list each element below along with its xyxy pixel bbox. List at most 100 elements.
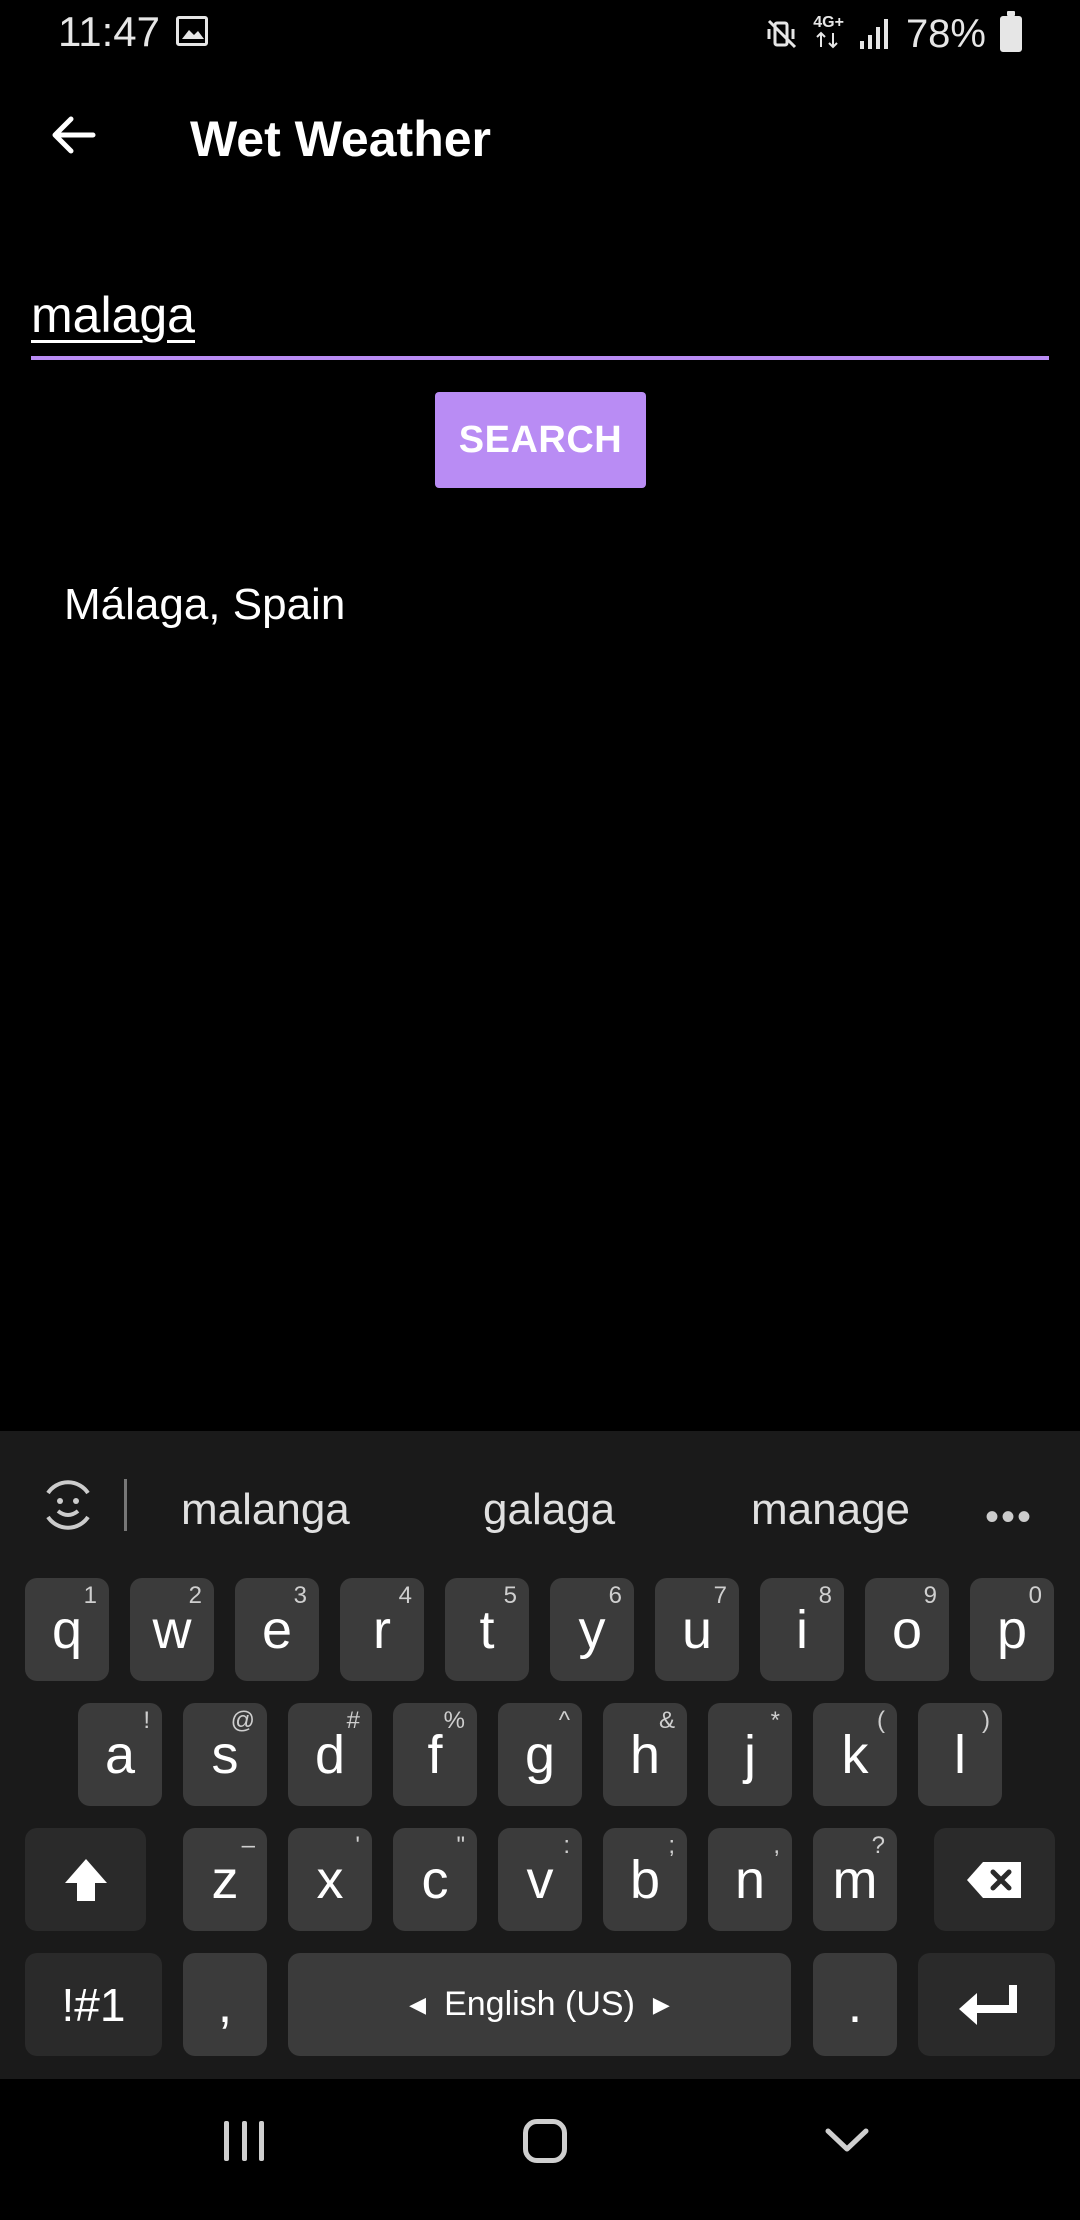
key-hint: 2: [188, 1582, 202, 1609]
key-hint: 6: [608, 1582, 622, 1609]
key-hint: *: [770, 1707, 780, 1734]
key-label: q: [51, 1599, 83, 1660]
key-q[interactable]: q1: [25, 1578, 109, 1681]
home-button[interactable]: [523, 2119, 567, 2163]
key-d[interactable]: d #: [288, 1703, 372, 1806]
status-time: 11:47: [58, 8, 160, 55]
key-hint: &: [658, 1707, 675, 1734]
key-label: z: [211, 1849, 239, 1910]
keyboard: malanga galaga manage ••• !#1 , ◀ Englis…: [0, 1431, 1080, 2079]
key-n[interactable]: n,: [708, 1828, 792, 1931]
hide-keyboard-button[interactable]: [822, 2115, 872, 2165]
key-y[interactable]: y6: [550, 1578, 634, 1681]
app-bar: Wet Weather: [0, 70, 1080, 206]
key-o[interactable]: o9: [865, 1578, 949, 1681]
comma-key[interactable]: ,: [183, 1953, 267, 2056]
key-label: v: [526, 1849, 554, 1910]
search-input-value: malaga: [31, 287, 195, 343]
key-l[interactable]: l): [918, 1703, 1002, 1806]
key-hint: –: [241, 1832, 255, 1859]
shift-arrow-icon: [64, 1858, 107, 1901]
key-label: w: [152, 1599, 192, 1660]
key-hint: @: [230, 1707, 255, 1734]
key-hint: 3: [293, 1582, 307, 1609]
recents-button[interactable]: [224, 2121, 264, 2161]
key-t[interactable]: t5: [445, 1578, 529, 1681]
key-f[interactable]: f%: [393, 1703, 477, 1806]
key-label: j: [744, 1724, 756, 1785]
key-hint: ': [355, 1832, 360, 1859]
suggestion-2[interactable]: galaga: [483, 1485, 615, 1535]
key-u[interactable]: u7: [655, 1578, 739, 1681]
key-s[interactable]: s @: [183, 1703, 267, 1806]
key-r[interactable]: r4: [340, 1578, 424, 1681]
key-label: x: [316, 1849, 344, 1910]
enter-key[interactable]: [918, 1953, 1055, 2056]
key-hint: 0: [1028, 1582, 1042, 1609]
key-label: y: [578, 1599, 606, 1660]
back-button[interactable]: [40, 102, 106, 168]
key-hint: :: [563, 1832, 570, 1859]
key-label: o: [891, 1599, 923, 1660]
key-hint: (: [877, 1707, 885, 1734]
key-label: l: [954, 1724, 966, 1785]
key-k[interactable]: k(: [813, 1703, 897, 1806]
suggestion-divider: [124, 1479, 127, 1531]
key-label: b: [629, 1849, 661, 1910]
suggestion-1[interactable]: malanga: [181, 1485, 350, 1535]
enter-icon: [958, 1984, 1017, 2025]
key-hint: #: [346, 1707, 360, 1734]
key-label: d: [314, 1724, 346, 1785]
space-key[interactable]: ◀ English (US) ▶: [288, 1953, 791, 2056]
key-j[interactable]: j *: [708, 1703, 792, 1806]
suggestion-3[interactable]: manage: [751, 1485, 910, 1535]
key-hint: ?: [871, 1832, 885, 1859]
backspace-key[interactable]: [934, 1828, 1055, 1931]
key-c[interactable]: c ": [393, 1828, 477, 1931]
key-h[interactable]: h &: [603, 1703, 687, 1806]
more-options-icon[interactable]: •••: [985, 1495, 1033, 1540]
key-hint: 9: [923, 1582, 937, 1609]
key-hint: ,: [773, 1832, 780, 1859]
key-label: u: [681, 1599, 713, 1660]
key-label: c: [421, 1849, 449, 1910]
status-bar: 11:47 4G+ 78%: [0, 0, 1080, 70]
key-e[interactable]: e3: [235, 1578, 319, 1681]
key-label: g: [524, 1724, 556, 1785]
period-key[interactable]: .: [813, 1953, 897, 2056]
image-notification-icon: [176, 16, 208, 46]
symbols-key[interactable]: !#1: [25, 1953, 162, 2056]
key-b[interactable]: b;: [603, 1828, 687, 1931]
key-v[interactable]: v:: [498, 1828, 582, 1931]
search-input[interactable]: malaga: [31, 278, 1049, 360]
space-label: English (US): [444, 1985, 635, 2023]
key-label: p: [996, 1599, 1028, 1660]
key-label: i: [796, 1599, 808, 1660]
navigation-bar: [0, 2079, 1080, 2220]
key-m[interactable]: m?: [813, 1828, 897, 1931]
network-type-icon: 4G+: [813, 14, 844, 54]
key-p[interactable]: p0: [970, 1578, 1054, 1681]
search-button[interactable]: SEARCH: [435, 392, 646, 488]
emoji-icon[interactable]: [38, 1475, 98, 1535]
key-hint: 7: [713, 1582, 727, 1609]
key-hint: ;: [668, 1832, 675, 1859]
key-hint: !: [143, 1707, 150, 1734]
result-item[interactable]: Málaga, Spain: [64, 580, 345, 630]
suggestion-bar: malanga galaga manage •••: [0, 1431, 1080, 1581]
key-x[interactable]: x ': [288, 1828, 372, 1931]
key-w[interactable]: w2: [130, 1578, 214, 1681]
key-label: n: [734, 1849, 766, 1910]
key-g[interactable]: g ^: [498, 1703, 582, 1806]
language-right-icon: ▶: [652, 1991, 670, 2017]
key-label: r: [373, 1599, 391, 1660]
shift-key[interactable]: [25, 1828, 146, 1931]
key-label: f: [427, 1724, 443, 1785]
key-hint: ): [982, 1707, 990, 1734]
status-icons: 4G+ 78%: [765, 8, 1022, 60]
key-label: h: [629, 1724, 661, 1785]
key-z[interactable]: z –: [183, 1828, 267, 1931]
key-i[interactable]: i8: [760, 1578, 844, 1681]
key-a[interactable]: a!: [78, 1703, 162, 1806]
mute-vibrate-icon: [767, 19, 797, 49]
